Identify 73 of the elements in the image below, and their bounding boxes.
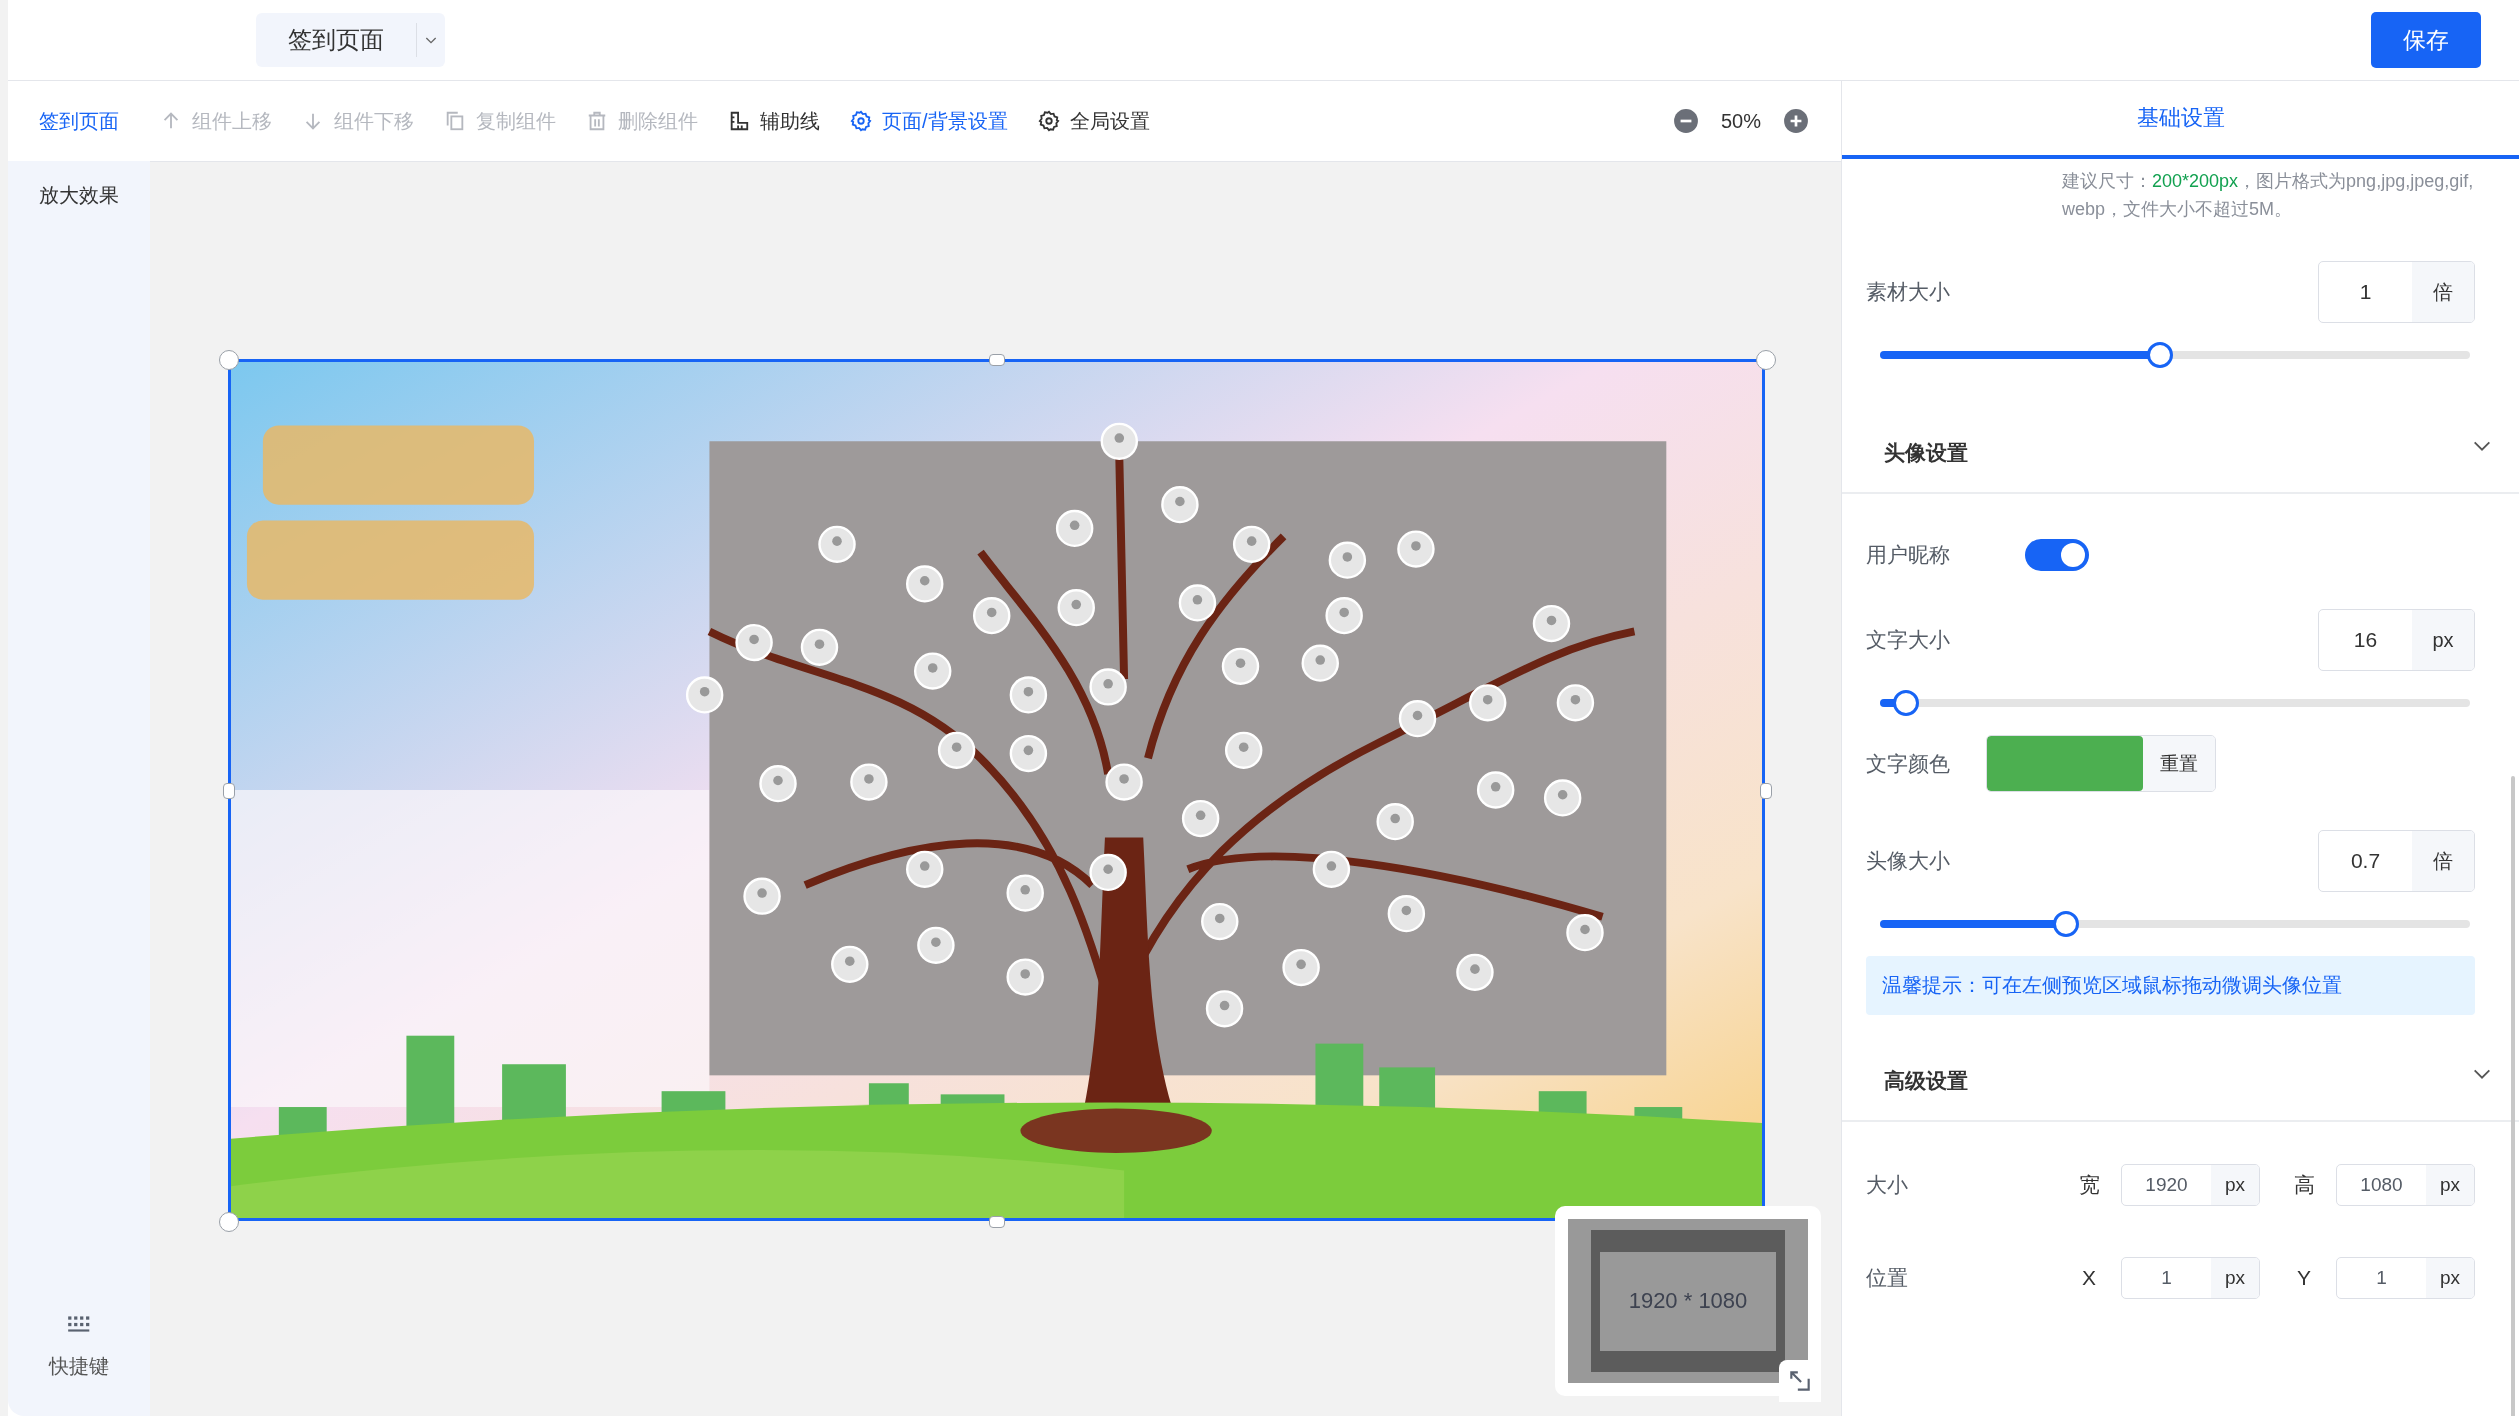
zoom-out-icon[interactable] — [1673, 108, 1699, 134]
unit-label: px — [2426, 1258, 2474, 1298]
slider-thumb[interactable] — [2052, 911, 2079, 937]
field-label: 位置 — [1866, 1265, 1909, 1291]
zoom-in-icon[interactable] — [1783, 108, 1809, 134]
number-input[interactable]: 1920 px — [2121, 1164, 2260, 1206]
field-label: 文字大小 — [1866, 627, 1950, 653]
expand-icon — [1787, 1368, 1813, 1394]
field-label: X — [2081, 1265, 2097, 1291]
field-label: 宽 — [2077, 1172, 2101, 1198]
gear-icon — [1037, 110, 1060, 132]
field-label: Y — [2296, 1265, 2312, 1291]
number-input[interactable]: 1 倍 — [2318, 261, 2475, 323]
field-label: 用户昵称 — [1866, 542, 1950, 568]
slider-track[interactable] — [1880, 690, 2470, 716]
input-value[interactable]: 1 — [2122, 1258, 2211, 1298]
section-title: 高级设置 — [1884, 1068, 1968, 1094]
input-value[interactable]: 1920 — [2122, 1165, 2211, 1205]
expand-button[interactable] — [1779, 1360, 1821, 1402]
page-list-item[interactable]: 放大效果 — [8, 161, 150, 229]
slider-thumb[interactable] — [2147, 342, 2174, 368]
save-button[interactable]: 保存 — [2371, 12, 2481, 68]
unit-label: px — [2211, 1258, 2259, 1298]
field-label: 大小 — [1866, 1172, 1909, 1198]
ruler-icon — [728, 110, 750, 132]
tip-banner: 温馨提示：可在左侧预览区域鼠标拖动微调头像位置 — [1866, 956, 2475, 1015]
shortcut-label[interactable]: 快捷键 — [49, 1353, 109, 1380]
page-list-item[interactable]: 签到页面 — [8, 81, 150, 161]
toolbar-button[interactable]: 全局设置 — [1037, 107, 1150, 135]
input-value[interactable]: 1 — [2337, 1258, 2426, 1298]
scrollbar[interactable] — [2511, 776, 2515, 1416]
zoom-level: 50% — [1720, 109, 1762, 133]
slider-track[interactable] — [1880, 911, 2470, 937]
trash-icon — [586, 110, 608, 132]
section-title: 头像设置 — [1884, 440, 1968, 466]
unit-label: 倍 — [2412, 262, 2474, 322]
number-input[interactable]: 1 px — [2121, 1257, 2260, 1299]
page-select-dropdown[interactable]: 签到页面 — [256, 13, 445, 67]
number-input[interactable]: 1080 px — [2336, 1164, 2475, 1206]
slider-track[interactable] — [1880, 342, 2470, 368]
upload-hint-text: 建议尺寸：200*200px，图片格式为png,jpg,jpeg,gif,webp，文件大小不超过5M。 — [2062, 170, 2475, 221]
toolbar-button[interactable]: 辅助线 — [728, 107, 820, 135]
field-label: 素材大小 — [1866, 279, 1950, 305]
input-value[interactable]: 1 — [2319, 262, 2412, 322]
toggle-switch[interactable] — [2025, 539, 2089, 571]
input-value[interactable]: 0.7 — [2319, 831, 2412, 891]
resize-handle[interactable] — [219, 350, 239, 370]
number-input[interactable]: 0.7 倍 — [2318, 830, 2475, 892]
input-value[interactable]: 16 — [2319, 610, 2412, 670]
number-input[interactable]: 1 px — [2336, 1257, 2475, 1299]
unit-label: 倍 — [2412, 831, 2474, 891]
gear-icon — [850, 110, 872, 132]
poster-artwork[interactable] — [228, 359, 1765, 1221]
resize-handle[interactable] — [1756, 350, 1776, 370]
field-label: 高 — [2292, 1172, 2316, 1198]
resize-handle[interactable] — [989, 1216, 1005, 1228]
reset-button[interactable]: 重置 — [2143, 736, 2215, 791]
resize-handle[interactable] — [1760, 783, 1772, 799]
field-label: 头像大小 — [1866, 848, 1950, 874]
unit-label: px — [2426, 1165, 2474, 1205]
resize-handle[interactable] — [989, 354, 1005, 366]
input-value[interactable]: 1080 — [2337, 1165, 2426, 1205]
resize-handle[interactable] — [223, 783, 235, 799]
toolbar-button[interactable]: 页面/背景设置 — [850, 107, 1008, 135]
unit-label: px — [2412, 610, 2474, 670]
resize-handle[interactable] — [219, 1212, 239, 1232]
copy-icon — [444, 110, 466, 132]
field-label: 文字颜色 — [1866, 750, 1950, 777]
unit-label: px — [2211, 1165, 2259, 1205]
number-input[interactable]: 16 px — [2318, 609, 2475, 671]
canvas-size-label: 1920 * 1080 — [1600, 1251, 1776, 1351]
slider-thumb[interactable] — [1892, 690, 1919, 716]
color-swatch[interactable] — [1987, 736, 2143, 791]
